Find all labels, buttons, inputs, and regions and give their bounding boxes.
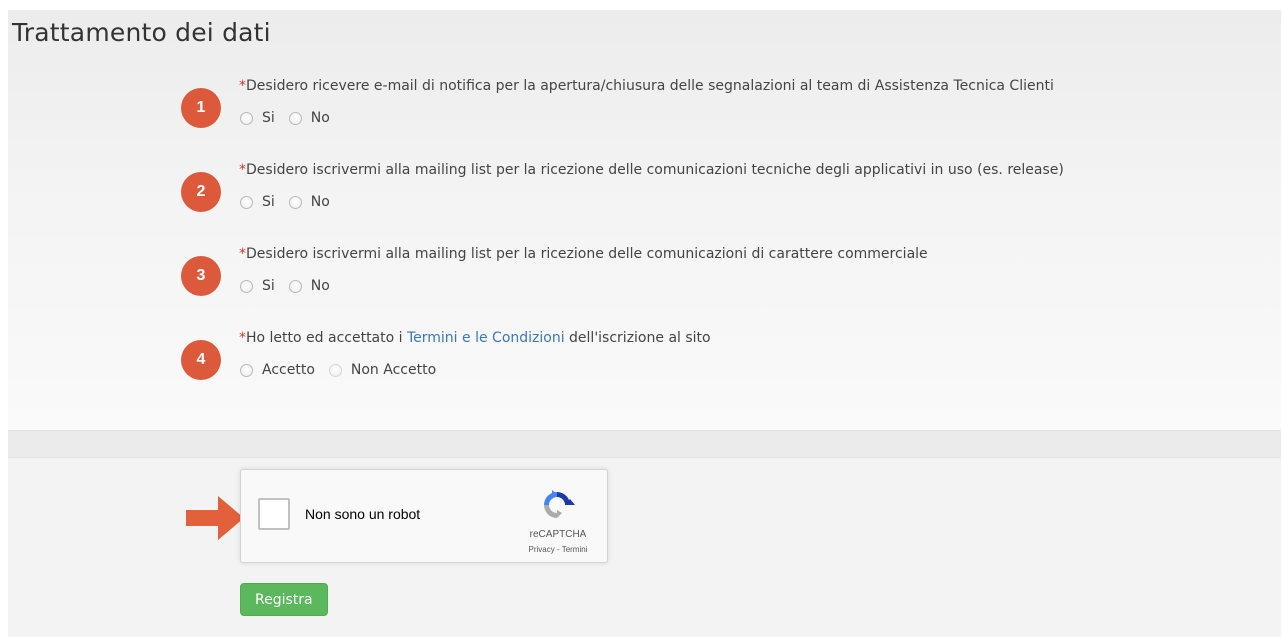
recaptcha-icon: [544, 490, 575, 518]
radio-button[interactable]: [288, 111, 302, 125]
question-1-label: Desidero ricevere e-mail di notifica per…: [246, 78, 1054, 94]
radio-button[interactable]: [240, 279, 253, 293]
question-4-options: Accetto Non Accetto: [240, 362, 450, 378]
step-badge-2: 2: [181, 172, 221, 212]
radio-option-non-accetto[interactable]: Non Accetto: [328, 362, 437, 378]
section-title: Trattamento dei dati: [12, 18, 271, 47]
recaptcha-widget: Non sono un robot reCAPTCHA Privacy - Te…: [240, 469, 608, 563]
radio-button[interactable]: [240, 195, 253, 209]
recaptcha-brand: reCAPTCHA: [529, 529, 587, 540]
question-4-label-before: Ho letto ed accettato i: [246, 330, 407, 346]
question-2-options: Si No: [240, 194, 344, 210]
radio-label: No: [310, 278, 330, 294]
radio-label: No: [310, 194, 330, 210]
radio-label: Accetto: [262, 362, 315, 378]
question-4-label-after: dell'iscrizione al sito: [564, 330, 711, 346]
radio-option-no[interactable]: No: [288, 110, 330, 126]
radio-button[interactable]: [240, 111, 253, 125]
radio-label: Si: [262, 278, 275, 294]
required-mark: *: [239, 246, 246, 262]
question-3-options: Si No: [240, 278, 344, 294]
radio-option-no[interactable]: No: [288, 194, 330, 210]
radio-option-si[interactable]: Si: [240, 278, 275, 294]
radio-label: No: [310, 110, 330, 126]
radio-label: Si: [262, 194, 275, 210]
radio-option-accetto[interactable]: Accetto: [240, 362, 315, 378]
question-1-options: Si No: [240, 110, 344, 126]
question-1-text: *Desidero ricevere e-mail di notifica pe…: [239, 78, 1054, 94]
radio-button[interactable]: [288, 195, 302, 209]
question-4-text: *Ho letto ed accettato i Termini e le Co…: [239, 330, 711, 346]
question-2-text: *Desidero iscrivermi alla mailing list p…: [239, 162, 1064, 178]
radio-button[interactable]: [288, 279, 302, 293]
step-badge-3: 3: [181, 256, 221, 296]
radio-option-si[interactable]: Si: [240, 110, 275, 126]
step-badge-1: 1: [181, 88, 221, 128]
section-divider: [8, 430, 1281, 458]
question-3-label: Desidero iscrivermi alla mailing list pe…: [246, 246, 928, 262]
recaptcha-checkbox[interactable]: [258, 498, 290, 530]
required-mark: *: [239, 162, 246, 178]
radio-button[interactable]: [240, 363, 253, 377]
required-mark: *: [239, 78, 246, 94]
radio-option-no[interactable]: No: [288, 278, 330, 294]
recaptcha-privacy-terms[interactable]: Privacy - Termini: [511, 545, 605, 554]
required-mark: *: [239, 330, 246, 346]
question-3-text: *Desidero iscrivermi alla mailing list p…: [239, 246, 928, 262]
question-2-label: Desidero iscrivermi alla mailing list pe…: [246, 162, 1064, 178]
radio-label: Non Accetto: [350, 362, 437, 378]
radio-button[interactable]: [328, 363, 342, 377]
arrow-right-icon: [186, 496, 244, 540]
radio-label: Si: [262, 110, 275, 126]
terms-link[interactable]: Termini e le Condizioni: [407, 330, 565, 346]
submit-section: [8, 458, 1281, 637]
step-badge-4: 4: [181, 340, 221, 380]
register-button[interactable]: Registra: [240, 583, 328, 616]
radio-option-si[interactable]: Si: [240, 194, 275, 210]
recaptcha-label: Non sono un robot: [305, 506, 421, 522]
